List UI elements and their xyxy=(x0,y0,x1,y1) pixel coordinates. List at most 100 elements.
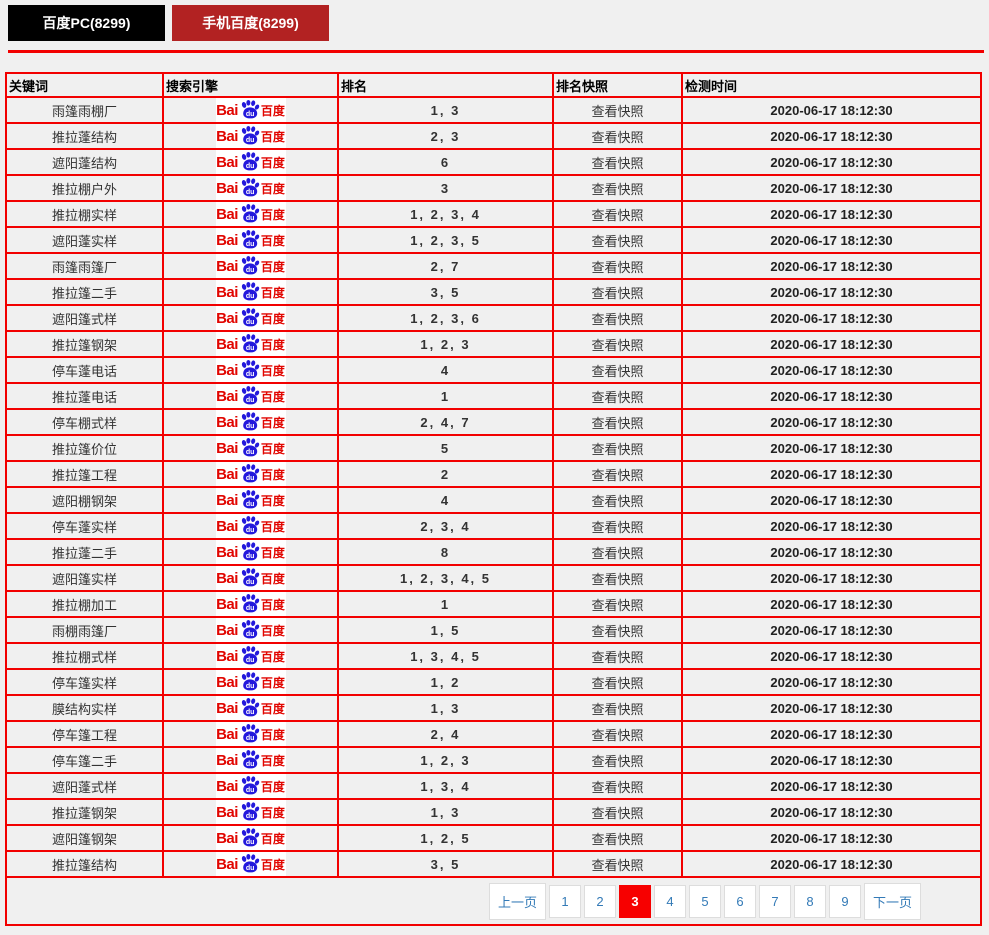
snapshot-link[interactable]: 查看快照 xyxy=(552,174,683,202)
baidu-logo-bai-text: Bai xyxy=(216,855,238,873)
baidu-logo-cn-text: 百度 xyxy=(260,649,285,664)
keyword-cell: 雨篷雨棚厂 xyxy=(5,96,164,124)
rank-cell: 2, 3 xyxy=(337,122,554,150)
snapshot-link[interactable]: 查看快照 xyxy=(552,798,683,826)
svg-text:du: du xyxy=(246,397,255,404)
baidu-logo-cn-text: 百度 xyxy=(260,727,285,742)
baidu-logo: Bai du 百度 xyxy=(215,515,286,537)
keyword-cell: 遮阳篷实样 xyxy=(5,564,164,592)
snapshot-link[interactable]: 查看快照 xyxy=(552,564,683,592)
table-row: 推拉篷二手 Bai du 百度 3, 5 查看快照 2020-06-17 18:… xyxy=(5,278,982,306)
page-button-5[interactable]: 5 xyxy=(689,884,721,918)
page-button-4[interactable]: 4 xyxy=(654,884,686,918)
tab-underline xyxy=(8,50,984,53)
table-row: 推拉蓬结构 Bai du 百度 2, 3 查看快照 2020-06-17 18:… xyxy=(5,122,982,150)
page: 百度PC(8299) 手机百度(8299) 关键词 搜索引擎 排名 排名快照 检… xyxy=(0,0,989,935)
snapshot-link[interactable]: 查看快照 xyxy=(552,200,683,228)
time-cell: 2020-06-17 18:12:30 xyxy=(681,148,982,176)
table-row: 推拉篷钢架 Bai du 百度 1, 2, 3 查看快照 2020-06-17 … xyxy=(5,330,982,358)
snapshot-link[interactable]: 查看快照 xyxy=(552,590,683,618)
baidu-logo-bai-text: Bai xyxy=(216,569,238,587)
snapshot-link[interactable]: 查看快照 xyxy=(552,720,683,748)
page-button-3[interactable]: 3 xyxy=(619,884,651,918)
snapshot-link[interactable]: 查看快照 xyxy=(552,538,683,566)
tab-baidu-pc[interactable]: 百度PC(8299) xyxy=(8,5,165,41)
page-button-9[interactable]: 9 xyxy=(829,884,861,918)
snapshot-link[interactable]: 查看快照 xyxy=(552,278,683,306)
snapshot-link[interactable]: 查看快照 xyxy=(552,330,683,358)
baidu-paw-icon: du xyxy=(241,125,260,144)
svg-text:du: du xyxy=(246,241,255,248)
snapshot-link[interactable]: 查看快照 xyxy=(552,304,683,332)
rank-cell: 1, 2, 3, 6 xyxy=(337,304,554,332)
rank-cell: 1, 3, 4, 5 xyxy=(337,642,554,670)
baidu-logo-bai-text: Bai xyxy=(216,803,238,821)
tab-baidu-mobile[interactable]: 手机百度(8299) xyxy=(172,5,329,41)
baidu-logo-bai-text: Bai xyxy=(216,335,238,353)
snapshot-link[interactable]: 查看快照 xyxy=(552,486,683,514)
time-cell: 2020-06-17 18:12:30 xyxy=(681,382,982,410)
snapshot-link[interactable]: 查看快照 xyxy=(552,850,683,878)
keyword-cell: 推拉篷价位 xyxy=(5,434,164,462)
keyword-cell: 推拉蓬二手 xyxy=(5,538,164,566)
baidu-logo-bai-text: Bai xyxy=(216,179,238,197)
time-cell: 2020-06-17 18:12:30 xyxy=(681,642,982,670)
snapshot-link[interactable]: 查看快照 xyxy=(552,408,683,436)
snapshot-link[interactable]: 查看快照 xyxy=(552,122,683,150)
engine-cell: Bai du 百度 xyxy=(162,434,339,462)
page-button-6[interactable]: 6 xyxy=(724,884,756,918)
next-page-button[interactable]: 下一页 xyxy=(864,882,921,920)
snapshot-link[interactable]: 查看快照 xyxy=(552,96,683,124)
prev-page-button[interactable]: 上一页 xyxy=(489,882,546,920)
baidu-logo: Bai du 百度 xyxy=(215,307,286,329)
page-button-1[interactable]: 1 xyxy=(549,884,581,918)
time-cell: 2020-06-17 18:12:30 xyxy=(681,200,982,228)
page-button-2[interactable]: 2 xyxy=(584,884,616,918)
keyword-cell: 推拉篷结构 xyxy=(5,850,164,878)
engine-cell: Bai du 百度 xyxy=(162,460,339,488)
snapshot-link[interactable]: 查看快照 xyxy=(552,824,683,852)
baidu-logo-cn-text: 百度 xyxy=(260,389,285,404)
baidu-logo-cn-text: 百度 xyxy=(260,155,285,170)
table-row: 停车棚式样 Bai du 百度 2, 4, 7 查看快照 2020-06-17 … xyxy=(5,408,982,436)
snapshot-link[interactable]: 查看快照 xyxy=(552,694,683,722)
pagination: 上一页 123456789 下一页 xyxy=(489,882,979,920)
table-row: 推拉蓬二手 Bai du 百度 8 查看快照 2020-06-17 18:12:… xyxy=(5,538,982,566)
time-cell: 2020-06-17 18:12:30 xyxy=(681,252,982,280)
time-cell: 2020-06-17 18:12:30 xyxy=(681,96,982,124)
snapshot-link[interactable]: 查看快照 xyxy=(552,382,683,410)
snapshot-link[interactable]: 查看快照 xyxy=(552,772,683,800)
rank-cell: 3, 5 xyxy=(337,850,554,878)
snapshot-link[interactable]: 查看快照 xyxy=(552,434,683,462)
snapshot-link[interactable]: 查看快照 xyxy=(552,512,683,540)
snapshot-link[interactable]: 查看快照 xyxy=(552,356,683,384)
keyword-rank-table: 关键词 搜索引擎 排名 排名快照 检测时间 雨篷雨棚厂 Bai du 百度 1,… xyxy=(5,72,982,926)
baidu-logo-bai-text: Bai xyxy=(216,205,238,223)
snapshot-link[interactable]: 查看快照 xyxy=(552,148,683,176)
baidu-paw-icon: du xyxy=(241,411,260,430)
keyword-cell: 停车篷二手 xyxy=(5,746,164,774)
snapshot-link[interactable]: 查看快照 xyxy=(552,460,683,488)
snapshot-link[interactable]: 查看快照 xyxy=(552,668,683,696)
snapshot-link[interactable]: 查看快照 xyxy=(552,642,683,670)
engine-cell: Bai du 百度 xyxy=(162,356,339,384)
keyword-cell: 推拉篷工程 xyxy=(5,460,164,488)
page-button-8[interactable]: 8 xyxy=(794,884,826,918)
page-button-7[interactable]: 7 xyxy=(759,884,791,918)
baidu-paw-icon: du xyxy=(241,229,260,248)
table-row: 推拉篷价位 Bai du 百度 5 查看快照 2020-06-17 18:12:… xyxy=(5,434,982,462)
snapshot-link[interactable]: 查看快照 xyxy=(552,616,683,644)
svg-text:du: du xyxy=(246,865,255,872)
rank-cell: 1, 2, 3, 4, 5 xyxy=(337,564,554,592)
time-cell: 2020-06-17 18:12:30 xyxy=(681,798,982,826)
table-row: 膜结构实样 Bai du 百度 1, 3 查看快照 2020-06-17 18:… xyxy=(5,694,982,722)
baidu-logo: Bai du 百度 xyxy=(215,385,286,407)
baidu-logo-cn-text: 百度 xyxy=(260,545,285,560)
snapshot-link[interactable]: 查看快照 xyxy=(552,226,683,254)
snapshot-link[interactable]: 查看快照 xyxy=(552,746,683,774)
rank-cell: 1, 5 xyxy=(337,616,554,644)
keyword-cell: 停车篷工程 xyxy=(5,720,164,748)
snapshot-link[interactable]: 查看快照 xyxy=(552,252,683,280)
baidu-logo: Bai du 百度 xyxy=(215,827,286,849)
keyword-cell: 推拉棚实样 xyxy=(5,200,164,228)
